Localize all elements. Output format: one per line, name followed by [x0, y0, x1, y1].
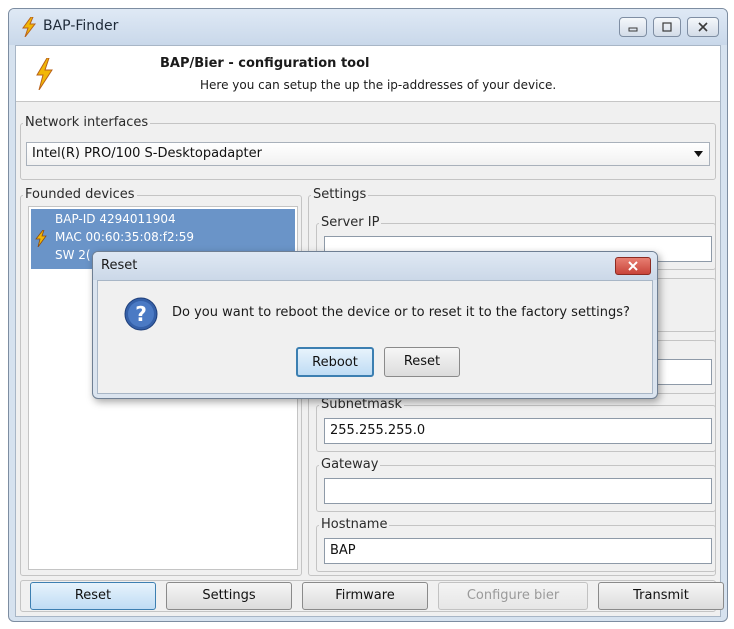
- close-icon: [628, 261, 638, 271]
- dialog-reset-button[interactable]: Reset: [384, 347, 460, 377]
- configure-bier-button[interactable]: Configure bier: [438, 582, 588, 610]
- chevron-down-icon: [694, 151, 703, 157]
- dialog-close-button[interactable]: [615, 257, 651, 275]
- maximize-button[interactable]: [653, 17, 681, 37]
- device-sw: SW 2(: [55, 248, 91, 262]
- firmware-button[interactable]: Firmware: [302, 582, 428, 610]
- settings-label: Settings: [313, 187, 367, 202]
- close-icon: [698, 22, 708, 32]
- network-interface-select[interactable]: Intel(R) PRO/100 S-Desktopadapter: [26, 142, 710, 166]
- minimize-icon: [628, 27, 638, 32]
- question-icon: ?: [124, 297, 158, 335]
- devices-label: Founded devices: [25, 187, 135, 202]
- lightning-bolt-icon: [35, 229, 47, 251]
- hostname-label: Hostname: [321, 517, 388, 532]
- lightning-bolt-icon: [34, 57, 54, 94]
- network-interface-value: Intel(R) PRO/100 S-Desktopadapter: [32, 146, 262, 161]
- reset-button[interactable]: Reset: [30, 582, 156, 610]
- gateway-field[interactable]: [324, 478, 712, 504]
- settings-button[interactable]: Settings: [166, 582, 292, 610]
- lightning-bolt-icon: [21, 16, 37, 41]
- gateway-label: Gateway: [321, 457, 379, 472]
- hostname-field[interactable]: BAP: [324, 538, 712, 564]
- maximize-icon: [662, 22, 672, 32]
- reboot-button[interactable]: Reboot: [296, 347, 374, 377]
- server-ip-label: Server IP: [321, 215, 380, 230]
- device-id: BAP-ID 4294011904: [55, 212, 176, 226]
- transmit-button[interactable]: Transmit: [598, 582, 724, 610]
- header-title: BAP/Bier - configuration tool: [160, 56, 370, 71]
- dialog-message: Do you want to reboot the device or to r…: [172, 305, 630, 320]
- device-mac: MAC 00:60:35:08:f2:59: [55, 230, 194, 244]
- subnetmask-label: Subnetmask: [321, 397, 403, 412]
- dialog-title-bar[interactable]: Reset: [93, 252, 657, 280]
- header-subtitle: Here you can setup the up the ip-address…: [200, 78, 557, 92]
- close-button[interactable]: [687, 17, 719, 37]
- dialog-client: ? Do you want to reboot the device or to…: [97, 280, 653, 394]
- window-title: BAP-Finder: [43, 18, 119, 34]
- reset-dialog: Reset ? Do you want to reboot the device…: [92, 251, 658, 399]
- minimize-button[interactable]: [619, 17, 647, 37]
- header-panel: BAP/Bier - configuration tool Here you c…: [16, 46, 720, 102]
- svg-text:?: ?: [135, 302, 147, 326]
- subnetmask-field[interactable]: 255.255.255.0: [324, 418, 712, 444]
- network-interfaces-label: Network interfaces: [25, 115, 149, 130]
- dialog-title: Reset: [101, 258, 138, 273]
- title-bar[interactable]: BAP-Finder: [9, 9, 727, 45]
